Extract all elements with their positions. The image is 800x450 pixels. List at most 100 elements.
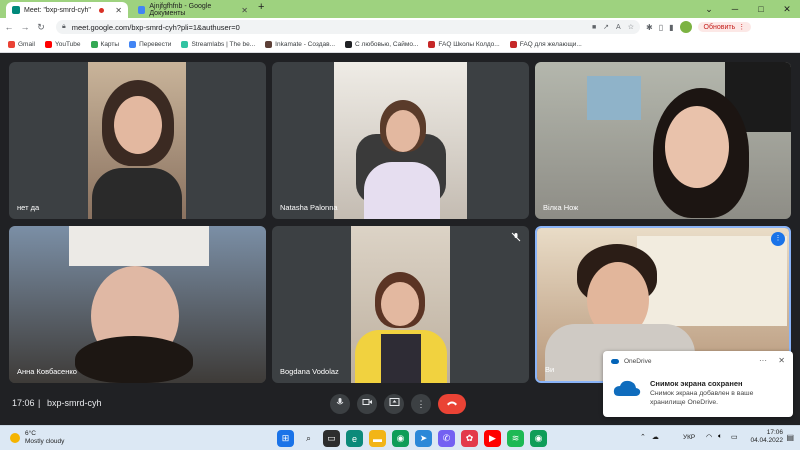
more-icon[interactable]: ··· (759, 356, 767, 365)
participant-name: нет да (17, 203, 40, 212)
bookmark-favicon-icon (509, 40, 517, 48)
bookmark-item[interactable]: Перевести (129, 40, 171, 48)
search-icon[interactable]: ⌕ (300, 430, 317, 447)
bookmark-label: С любовью, Саймо... (355, 40, 419, 48)
system-tray: ⌃ ☁ (640, 433, 659, 441)
chevron-up-icon[interactable]: ⌃ (640, 433, 646, 441)
weather-widget[interactable]: 6°C Mostly cloudy (10, 430, 64, 446)
star-icon[interactable]: ☆ (628, 23, 634, 31)
participant-tile[interactable]: Вілка Нож (535, 62, 791, 219)
video-feed (88, 62, 186, 219)
windows-start-icon[interactable]: ⊞ (277, 430, 294, 447)
participant-tile[interactable]: нет да (9, 62, 266, 219)
language-indicator[interactable]: УКР (683, 434, 695, 441)
bookmark-item[interactable]: FAQ Школы Колдо... (428, 40, 500, 48)
spotify-icon[interactable]: ≋ (507, 430, 524, 447)
close-tab-icon[interactable]: ✕ (115, 6, 122, 15)
chrome-profile-icon[interactable]: ◉ (530, 430, 547, 447)
battery-icon[interactable]: ▭ (731, 433, 738, 441)
screen: Meet: "bxp-smrd-cyh" ✕ Ajnjfgfhfnb - Goo… (0, 0, 800, 450)
wifi-icon[interactable]: ◠ (706, 433, 712, 441)
mic-off-icon (511, 232, 521, 244)
recording-dot-icon (98, 7, 104, 13)
toolbar-right: ✱ ▯ ▮ Обновить ⋮ (646, 18, 752, 36)
translate-icon[interactable]: A (616, 24, 621, 31)
avatar[interactable] (679, 21, 692, 33)
camera-button[interactable] (357, 394, 377, 414)
participant-name: Анна Ковбасенко (17, 367, 77, 376)
youtube-icon[interactable]: ▶ (484, 430, 501, 447)
bookmark-item[interactable]: YouTube (44, 40, 81, 48)
more-button[interactable]: ⋮ (411, 394, 431, 414)
bookmark-icon[interactable]: ▮ (669, 23, 673, 32)
update-label: Обновить (703, 23, 736, 31)
bookmark-item[interactable]: Карты (90, 40, 120, 48)
bookmark-item[interactable]: С любовью, Саймо... (345, 40, 419, 48)
app-icon[interactable]: ✿ (461, 430, 478, 447)
more-options-icon[interactable]: ⋮ (771, 232, 785, 246)
back-icon[interactable]: ← (2, 22, 16, 32)
notification-icon[interactable]: ▤ (786, 433, 794, 442)
extensions-icon[interactable]: ✱ (646, 23, 653, 32)
camera-in-use-icon[interactable]: ■ (592, 24, 596, 31)
bookmark-item[interactable]: Streamlabs | The be... (181, 40, 256, 48)
telegram-icon[interactable]: ➤ (415, 430, 432, 447)
lock-icon[interactable]: 🔒︎ (62, 23, 66, 31)
update-button[interactable]: Обновить ⋮ (697, 22, 752, 32)
close-window-icon[interactable]: ✕ (774, 0, 800, 18)
video-feed (535, 62, 791, 219)
present-button[interactable] (384, 394, 404, 414)
volume-icon[interactable]: 🔈︎ (718, 433, 722, 441)
share-icon[interactable]: ↗ (603, 23, 609, 31)
bookmarks-bar: Gmail YouTube Карты Перевести Streamlabs | T… (0, 36, 800, 53)
reload-icon[interactable]: ↻ (34, 22, 48, 33)
cloud-tray-icon[interactable]: ☁ (652, 433, 659, 441)
participant-name: Вілка Нож (543, 203, 579, 212)
bookmark-item[interactable]: Gmail (8, 40, 35, 48)
chrome-icon[interactable]: ◉ (392, 430, 409, 447)
participant-tile[interactable]: Bogdana Vodolaz (272, 226, 529, 383)
task-view-icon[interactable]: ▭ (323, 430, 340, 447)
edge-icon[interactable]: e (346, 430, 363, 447)
bookmark-label: Inkamate - Создав... (275, 40, 336, 48)
participant-name: Ви (545, 365, 555, 374)
tab-meet[interactable]: Meet: "bxp-smrd-cyh" ✕ (6, 2, 128, 18)
weather-temp: 6°C (25, 430, 36, 437)
bookmark-label: Карты (100, 40, 120, 48)
cloud-icon (613, 380, 641, 396)
onedrive-notification[interactable]: OneDrive ··· ✕ Снимок экрана сохранен Сн… (603, 351, 793, 417)
close-icon[interactable]: ✕ (778, 356, 785, 365)
participant-name: Bogdana Vodolaz (280, 367, 339, 376)
bookmark-item[interactable]: Inkamate - Создав... (265, 40, 336, 48)
bookmark-item[interactable]: FAQ для желающи... (509, 40, 582, 48)
viber-icon[interactable]: ✆ (438, 430, 455, 447)
participant-tile[interactable]: Анна Ковбасенко (9, 226, 266, 383)
file-explorer-icon[interactable]: ▬ (369, 430, 386, 447)
bookmark-label: FAQ Школы Колдо... (438, 40, 500, 48)
minimize-icon[interactable]: ─ (722, 0, 748, 18)
tab-title: Ajnjfgfhfnb - Google Документы (149, 3, 212, 17)
chevron-down-icon[interactable]: ⌄ (696, 0, 722, 18)
tab-docs[interactable]: Ajnjfgfhfnb - Google Документы ✕ (132, 2, 254, 18)
forward-icon[interactable]: → (18, 22, 32, 32)
url-text: meet.google.com/bxp-smrd-cyh?pli=1&authu… (71, 22, 240, 32)
bookmark-favicon-icon (265, 40, 273, 48)
onedrive-icon (611, 359, 619, 364)
close-tab-icon[interactable]: ✕ (241, 6, 248, 15)
hangup-icon (447, 401, 457, 406)
notification-header: OneDrive (611, 358, 651, 365)
taskbar: 6°C Mostly cloudy ⊞ ⌕ ▭ e ▬ ◉ ➤ ✆ ✿ ▶ ≋ … (0, 425, 800, 450)
participant-tile[interactable]: Natasha Palonna (272, 62, 529, 219)
bookmark-label: Gmail (18, 40, 35, 48)
bookmark-favicon-icon (8, 40, 15, 48)
new-tab-button[interactable]: + (258, 1, 264, 13)
address-bar[interactable]: 🔒︎ meet.google.com/bxp-smrd-cyh?pli=1&au… (56, 20, 640, 34)
clock[interactable]: 17:06 04.04.2022 (745, 429, 783, 445)
bookmark-favicon-icon (345, 40, 353, 48)
hangup-button[interactable] (438, 394, 466, 414)
bookmark-label: Streamlabs | The be... (191, 40, 256, 48)
side-panel-icon[interactable]: ▯ (659, 23, 663, 32)
bookmark-favicon-icon (129, 40, 137, 48)
mic-button[interactable] (330, 394, 350, 414)
maximize-icon[interactable]: □ (748, 0, 774, 18)
